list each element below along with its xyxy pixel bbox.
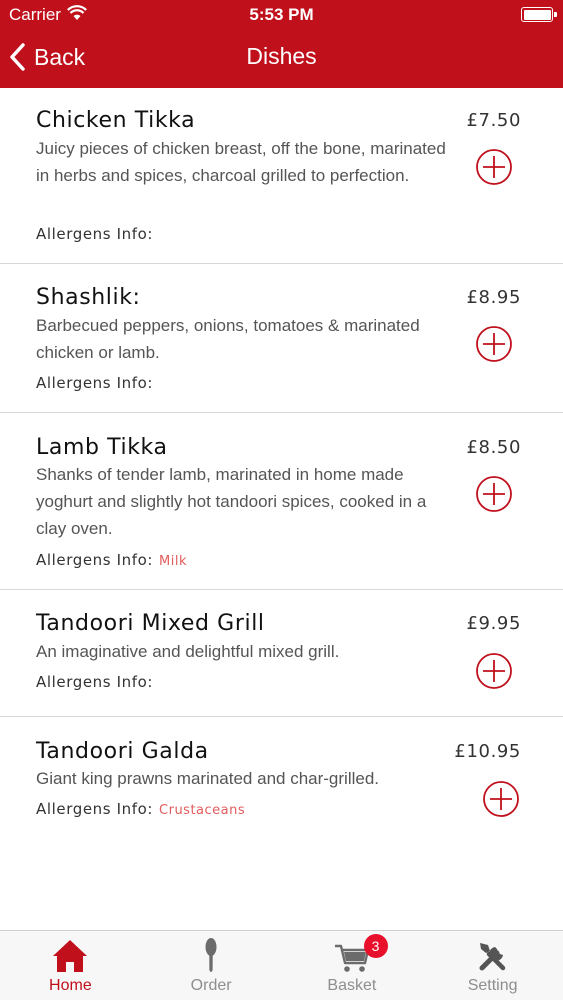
dish-name: Shashlik:: [36, 285, 141, 310]
tab-label: Order: [190, 977, 232, 994]
dish-name: Tandoori Galda: [36, 739, 209, 764]
spoon-icon: [205, 938, 217, 972]
dish-price: £7.50: [466, 110, 521, 131]
dish-price: £8.95: [466, 287, 521, 308]
status-time: 5:53 PM: [249, 5, 314, 24]
chevron-left-icon: [10, 43, 25, 71]
dish-description: Barbecued peppers, onions, tomatoes & ma…: [36, 316, 420, 362]
dish-name: Chicken Tikka: [36, 108, 196, 133]
allergens-info: Allergens Info:: [36, 374, 159, 392]
dish-row: Tandoori Galda £10.95 Giant king prawns …: [0, 717, 563, 837]
navigation-bar: Back Dishes: [0, 30, 563, 88]
dish-price: £10.95: [454, 741, 521, 762]
allergens-info: Allergens Info:: [36, 225, 159, 243]
dish-description: Shanks of tender lamb, marinated in home…: [36, 465, 427, 538]
allergens-info: Allergens Info: Milk: [36, 551, 187, 569]
allergen-value: Crustaceans: [159, 803, 246, 818]
top-bar: Carrier 5:53 PM Back Dishes: [0, 0, 563, 88]
tab-label: Home: [49, 977, 92, 994]
tab-order[interactable]: Order: [141, 931, 282, 1000]
back-button[interactable]: Back: [8, 40, 85, 74]
allergens-info: Allergens Info:: [36, 673, 159, 691]
add-to-basket-button[interactable]: [475, 148, 513, 186]
tab-basket[interactable]: 3 Basket: [282, 931, 423, 1000]
dish-price: £9.95: [466, 613, 521, 634]
allergens-label: Allergens Info:: [36, 800, 154, 818]
dish-row: Lamb Tikka £8.50 Shanks of tender lamb, …: [0, 413, 563, 590]
allergens-label: Allergens Info:: [36, 551, 154, 569]
dish-row: Tandoori Mixed Grill £9.95 An imaginativ…: [0, 590, 563, 717]
home-icon: [53, 940, 88, 972]
add-to-basket-button[interactable]: [482, 780, 520, 818]
add-to-basket-button[interactable]: [475, 652, 513, 690]
tab-label: Basket: [327, 977, 377, 994]
back-label: Back: [34, 43, 86, 70]
allergens-info: Allergens Info: Crustaceans: [36, 800, 245, 818]
tab-setting[interactable]: Setting: [422, 931, 563, 1000]
allergens-label: Allergens Info:: [36, 374, 154, 392]
tab-bar: Home Order 3 Basket Setting: [0, 930, 563, 1000]
battery-icon: [521, 7, 557, 22]
dish-description: Giant king prawns marinated and char-gri…: [36, 769, 380, 788]
tab-home[interactable]: Home: [0, 931, 141, 1000]
allergens-label: Allergens Info:: [36, 673, 154, 691]
dish-name: Tandoori Mixed Grill: [36, 611, 265, 636]
dish-description: An imaginative and delightful mixed gril…: [36, 642, 340, 661]
add-to-basket-button[interactable]: [475, 325, 513, 363]
dish-row: Chicken Tikka £7.50 Juicy pieces of chic…: [0, 88, 563, 264]
tab-label: Setting: [467, 977, 518, 994]
add-to-basket-button[interactable]: [475, 475, 513, 513]
status-bar: Carrier 5:53 PM: [0, 0, 563, 30]
tools-icon: [479, 943, 505, 971]
dish-row: Shashlik: £8.95 Barbecued peppers, onion…: [0, 264, 563, 413]
basket-count-badge: 3: [363, 934, 388, 958]
dish-description: Juicy pieces of chicken breast, off the …: [36, 139, 446, 185]
allergens-label: Allergens Info:: [36, 225, 154, 243]
dish-list: Chicken Tikka £7.50 Juicy pieces of chic…: [0, 88, 563, 837]
allergen-value: Milk: [159, 554, 187, 569]
dish-price: £8.50: [466, 437, 521, 458]
dish-name: Lamb Tikka: [36, 435, 168, 460]
